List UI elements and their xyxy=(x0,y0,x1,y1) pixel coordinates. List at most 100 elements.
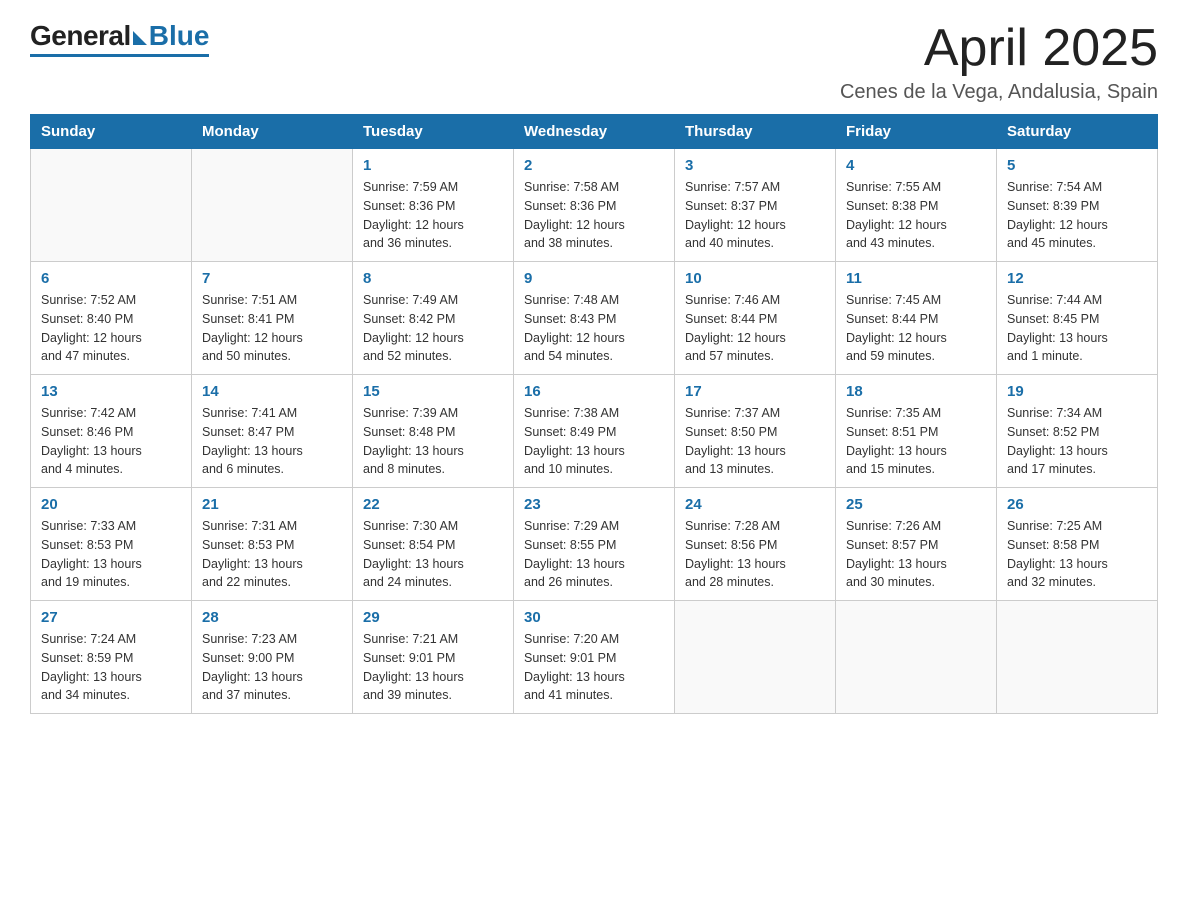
calendar-cell: 25Sunrise: 7:26 AMSunset: 8:57 PMDayligh… xyxy=(836,488,997,601)
title-block: April 2025 Cenes de la Vega, Andalusia, … xyxy=(840,20,1158,104)
calendar-cell: 29 Sunrise: 7:21 AMSunset: 9:01 PMDayligh… xyxy=(353,601,514,714)
day-info: Sunrise: 7:33 AMSunset: 8:53 PMDaylight:… xyxy=(41,517,181,592)
day-info: Sunrise: 7:21 AMSunset: 9:01 PMDaylight:… xyxy=(363,630,503,705)
calendar-cell: 19 Sunrise: 7:34 AMSunset: 8:52 PMDayligh… xyxy=(997,375,1158,488)
day-number: 19 xyxy=(1007,383,1147,400)
weekday-header-saturday: Saturday xyxy=(997,115,1158,149)
calendar-week-row: 6 Sunrise: 7:52 AMSunset: 8:40 PMDaylight… xyxy=(31,262,1158,375)
calendar-table: SundayMondayTuesdayWednesdayThursdayFrid… xyxy=(30,114,1158,714)
day-number: 24 xyxy=(685,496,825,513)
day-number: 13 xyxy=(41,383,181,400)
day-number: 14 xyxy=(202,383,342,400)
calendar-cell: 27Sunrise: 7:24 AMSunset: 8:59 PMDayligh… xyxy=(31,601,192,714)
calendar-cell: 15 Sunrise: 7:39 AMSunset: 8:48 PMDayligh… xyxy=(353,375,514,488)
calendar-cell: 26 Sunrise: 7:25 AMSunset: 8:58 PMDayligh… xyxy=(997,488,1158,601)
weekday-header-thursday: Thursday xyxy=(675,115,836,149)
day-number: 18 xyxy=(846,383,986,400)
logo-arrow-icon xyxy=(133,31,147,45)
day-info: Sunrise: 7:37 AMSunset: 8:50 PMDaylight:… xyxy=(685,404,825,479)
calendar-cell: 9 Sunrise: 7:48 AMSunset: 8:43 PMDaylight… xyxy=(514,262,675,375)
day-info: Sunrise: 7:45 AMSunset: 8:44 PMDaylight:… xyxy=(846,291,986,366)
day-number: 11 xyxy=(846,270,986,287)
logo-blue-text: Blue xyxy=(149,20,210,52)
calendar-cell: 8 Sunrise: 7:49 AMSunset: 8:42 PMDaylight… xyxy=(353,262,514,375)
calendar-week-row: 20 Sunrise: 7:33 AMSunset: 8:53 PMDayligh… xyxy=(31,488,1158,601)
day-number: 30 xyxy=(524,609,664,626)
day-info: Sunrise: 7:42 AMSunset: 8:46 PMDaylight:… xyxy=(41,404,181,479)
calendar-cell: 20 Sunrise: 7:33 AMSunset: 8:53 PMDayligh… xyxy=(31,488,192,601)
day-number: 16 xyxy=(524,383,664,400)
day-number: 10 xyxy=(685,270,825,287)
day-number: 26 xyxy=(1007,496,1147,513)
day-info: Sunrise: 7:29 AMSunset: 8:55 PMDaylight:… xyxy=(524,517,664,592)
day-info: Sunrise: 7:24 AMSunset: 8:59 PMDaylight:… xyxy=(41,630,181,705)
weekday-header-tuesday: Tuesday xyxy=(353,115,514,149)
day-info: Sunrise: 7:58 AMSunset: 8:36 PMDaylight:… xyxy=(524,178,664,253)
day-info: Sunrise: 7:23 AMSunset: 9:00 PMDaylight:… xyxy=(202,630,342,705)
calendar-cell: 10 Sunrise: 7:46 AMSunset: 8:44 PMDayligh… xyxy=(675,262,836,375)
calendar-cell: 5 Sunrise: 7:54 AMSunset: 8:39 PMDaylight… xyxy=(997,149,1158,262)
logo: General Blue xyxy=(30,20,209,57)
day-info: Sunrise: 7:59 AMSunset: 8:36 PMDaylight:… xyxy=(363,178,503,253)
calendar-cell: 18Sunrise: 7:35 AMSunset: 8:51 PMDayligh… xyxy=(836,375,997,488)
day-info: Sunrise: 7:34 AMSunset: 8:52 PMDaylight:… xyxy=(1007,404,1147,479)
calendar-cell: 17Sunrise: 7:37 AMSunset: 8:50 PMDayligh… xyxy=(675,375,836,488)
day-info: Sunrise: 7:26 AMSunset: 8:57 PMDaylight:… xyxy=(846,517,986,592)
day-info: Sunrise: 7:38 AMSunset: 8:49 PMDaylight:… xyxy=(524,404,664,479)
day-info: Sunrise: 7:48 AMSunset: 8:43 PMDaylight:… xyxy=(524,291,664,366)
calendar-week-row: 1 Sunrise: 7:59 AMSunset: 8:36 PMDaylight… xyxy=(31,149,1158,262)
day-number: 5 xyxy=(1007,157,1147,174)
day-info: Sunrise: 7:31 AMSunset: 8:53 PMDaylight:… xyxy=(202,517,342,592)
day-info: Sunrise: 7:41 AMSunset: 8:47 PMDaylight:… xyxy=(202,404,342,479)
calendar-cell xyxy=(675,601,836,714)
day-info: Sunrise: 7:52 AMSunset: 8:40 PMDaylight:… xyxy=(41,291,181,366)
calendar-cell: 24 Sunrise: 7:28 AMSunset: 8:56 PMDayligh… xyxy=(675,488,836,601)
calendar-week-row: 13 Sunrise: 7:42 AMSunset: 8:46 PMDayligh… xyxy=(31,375,1158,488)
day-number: 22 xyxy=(363,496,503,513)
day-info: Sunrise: 7:28 AMSunset: 8:56 PMDaylight:… xyxy=(685,517,825,592)
calendar-cell xyxy=(836,601,997,714)
calendar-week-row: 27Sunrise: 7:24 AMSunset: 8:59 PMDayligh… xyxy=(31,601,1158,714)
weekday-header-wednesday: Wednesday xyxy=(514,115,675,149)
day-number: 20 xyxy=(41,496,181,513)
day-number: 12 xyxy=(1007,270,1147,287)
day-info: Sunrise: 7:54 AMSunset: 8:39 PMDaylight:… xyxy=(1007,178,1147,253)
day-number: 1 xyxy=(363,157,503,174)
day-number: 3 xyxy=(685,157,825,174)
calendar-cell: 12 Sunrise: 7:44 AMSunset: 8:45 PMDayligh… xyxy=(997,262,1158,375)
day-info: Sunrise: 7:55 AMSunset: 8:38 PMDaylight:… xyxy=(846,178,986,253)
calendar-cell: 13 Sunrise: 7:42 AMSunset: 8:46 PMDayligh… xyxy=(31,375,192,488)
weekday-header-row: SundayMondayTuesdayWednesdayThursdayFrid… xyxy=(31,115,1158,149)
weekday-header-sunday: Sunday xyxy=(31,115,192,149)
day-number: 9 xyxy=(524,270,664,287)
calendar-cell: 14 Sunrise: 7:41 AMSunset: 8:47 PMDayligh… xyxy=(192,375,353,488)
calendar-cell: 4Sunrise: 7:55 AMSunset: 8:38 PMDaylight… xyxy=(836,149,997,262)
day-info: Sunrise: 7:39 AMSunset: 8:48 PMDaylight:… xyxy=(363,404,503,479)
day-info: Sunrise: 7:51 AMSunset: 8:41 PMDaylight:… xyxy=(202,291,342,366)
day-number: 29 xyxy=(363,609,503,626)
day-info: Sunrise: 7:46 AMSunset: 8:44 PMDaylight:… xyxy=(685,291,825,366)
day-info: Sunrise: 7:49 AMSunset: 8:42 PMDaylight:… xyxy=(363,291,503,366)
calendar-cell xyxy=(997,601,1158,714)
day-number: 8 xyxy=(363,270,503,287)
calendar-cell: 30 Sunrise: 7:20 AMSunset: 9:01 PMDayligh… xyxy=(514,601,675,714)
page-header: General Blue April 2025 Cenes de la Vega… xyxy=(30,20,1158,104)
day-info: Sunrise: 7:20 AMSunset: 9:01 PMDaylight:… xyxy=(524,630,664,705)
day-number: 15 xyxy=(363,383,503,400)
calendar-cell: 22 Sunrise: 7:30 AMSunset: 8:54 PMDayligh… xyxy=(353,488,514,601)
logo-underline xyxy=(30,54,209,57)
day-info: Sunrise: 7:30 AMSunset: 8:54 PMDaylight:… xyxy=(363,517,503,592)
calendar-cell: 16 Sunrise: 7:38 AMSunset: 8:49 PMDayligh… xyxy=(514,375,675,488)
day-number: 2 xyxy=(524,157,664,174)
day-info: Sunrise: 7:25 AMSunset: 8:58 PMDaylight:… xyxy=(1007,517,1147,592)
calendar-cell: 1 Sunrise: 7:59 AMSunset: 8:36 PMDaylight… xyxy=(353,149,514,262)
day-number: 6 xyxy=(41,270,181,287)
calendar-cell: 7 Sunrise: 7:51 AMSunset: 8:41 PMDaylight… xyxy=(192,262,353,375)
calendar-cell: 11 Sunrise: 7:45 AMSunset: 8:44 PMDayligh… xyxy=(836,262,997,375)
calendar-cell: 21Sunrise: 7:31 AMSunset: 8:53 PMDayligh… xyxy=(192,488,353,601)
calendar-cell xyxy=(192,149,353,262)
month-title: April 2025 xyxy=(840,20,1158,77)
day-info: Sunrise: 7:44 AMSunset: 8:45 PMDaylight:… xyxy=(1007,291,1147,366)
day-number: 7 xyxy=(202,270,342,287)
calendar-cell: 2 Sunrise: 7:58 AMSunset: 8:36 PMDaylight… xyxy=(514,149,675,262)
